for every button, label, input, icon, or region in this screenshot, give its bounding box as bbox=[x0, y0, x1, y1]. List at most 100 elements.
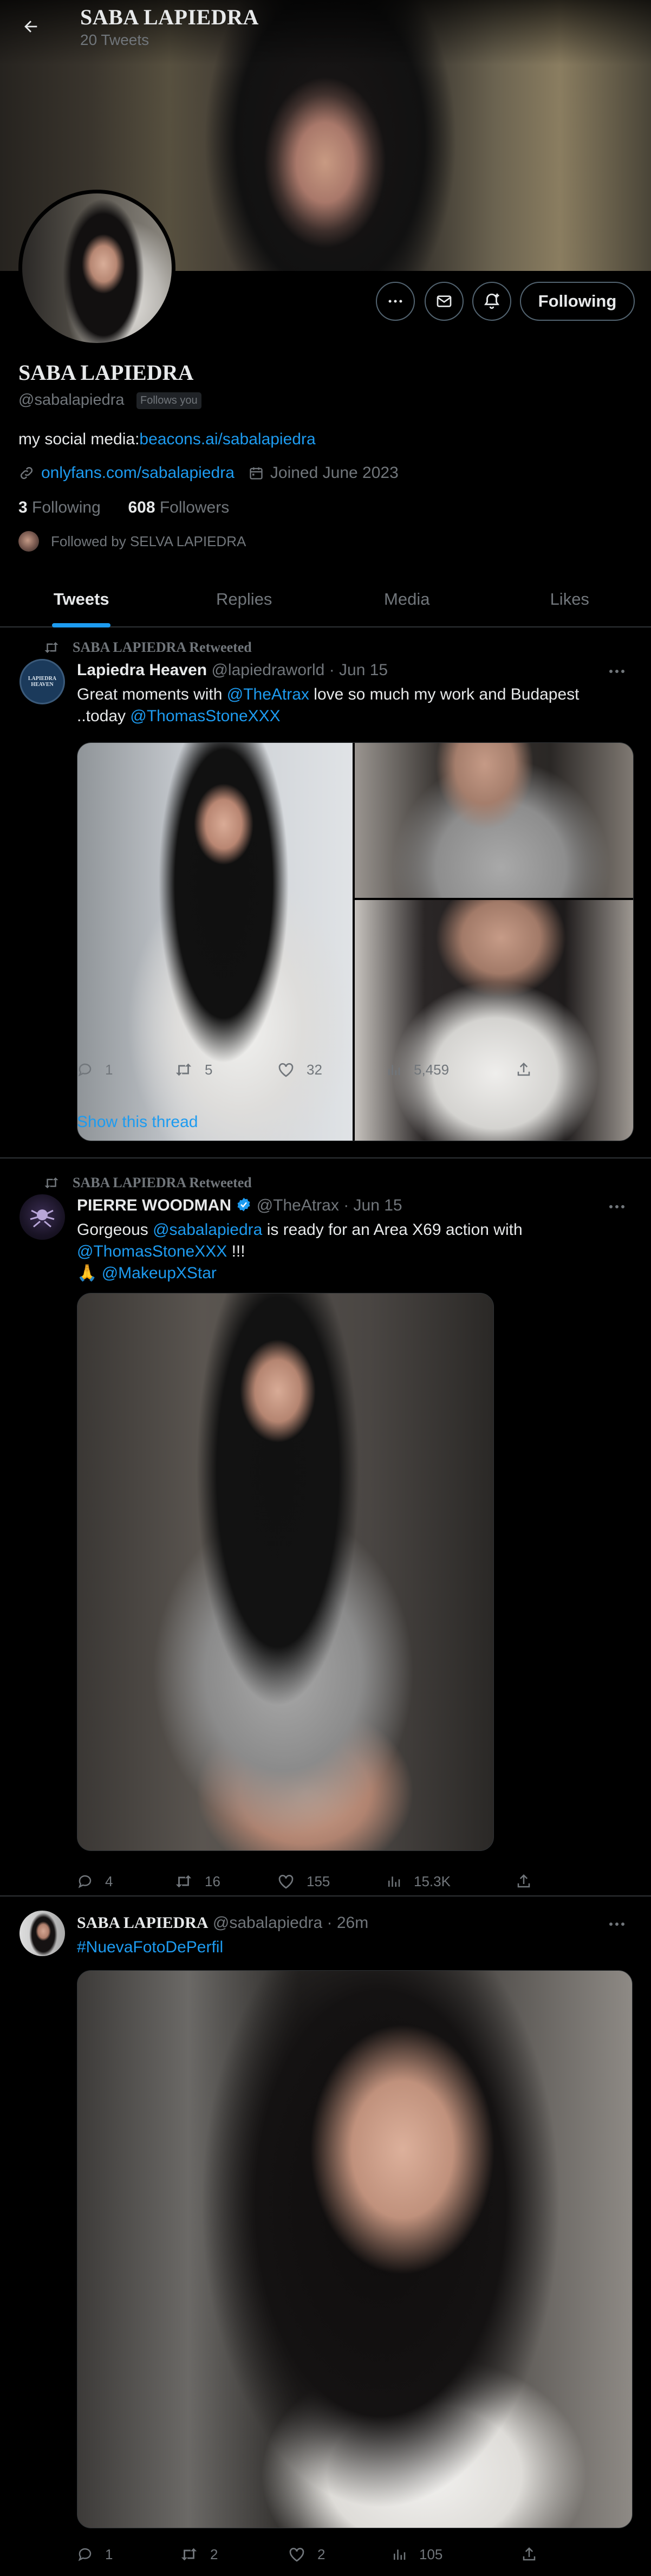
follows-you-badge: Follows you bbox=[136, 392, 201, 409]
retweet-icon bbox=[174, 1062, 205, 1078]
tweet[interactable]: SABA LAPIEDRA Retweeted LAPIEDRA HEAVEN … bbox=[0, 627, 651, 1158]
more-icon bbox=[609, 669, 625, 674]
arrow-left-icon bbox=[22, 17, 40, 36]
mention-link[interactable]: @TheAtrax bbox=[227, 685, 309, 703]
tweet-photo[interactable] bbox=[355, 900, 633, 1141]
reply-icon bbox=[77, 2546, 105, 2562]
mention-link[interactable]: @MakeupXStar bbox=[102, 1264, 217, 1282]
reply-button[interactable]: 1 bbox=[77, 1062, 174, 1078]
top-bar: SABA LAPIEDRA 20 Tweets bbox=[0, 0, 651, 54]
tweet-author-handle[interactable]: @sabalapiedra bbox=[213, 1914, 322, 1932]
avatar-logo: LAPIEDRA HEAVEN bbox=[28, 676, 57, 688]
notifications-button[interactable] bbox=[472, 282, 511, 321]
view-count: 5,459 bbox=[414, 1061, 450, 1078]
more-icon bbox=[609, 1921, 625, 1927]
views-button[interactable]: 105 bbox=[391, 2546, 521, 2563]
followers-count-link[interactable]: 608 Followers bbox=[128, 499, 229, 516]
like-button[interactable]: 155 bbox=[277, 1873, 386, 1890]
tweet-header: SABA LAPIEDRA @sabalapiedra · 26m bbox=[77, 1914, 368, 1932]
retweet-label: SABA LAPIEDRA Retweeted bbox=[73, 1175, 252, 1190]
more-options-button[interactable] bbox=[376, 282, 415, 321]
tweet-time[interactable]: 26m bbox=[337, 1914, 368, 1932]
header-title: SABA LAPIEDRA bbox=[80, 5, 259, 29]
tweet-author-name[interactable]: SABA LAPIEDRA bbox=[77, 1914, 209, 1932]
retweet-count: 2 bbox=[210, 2546, 218, 2562]
share-button[interactable] bbox=[516, 1873, 544, 1889]
follower-avatar bbox=[18, 531, 39, 552]
retweet-count: 16 bbox=[205, 1873, 220, 1889]
retweet-button[interactable]: 2 bbox=[180, 2546, 288, 2563]
mention-link[interactable]: @ThomasStoneXXX bbox=[130, 707, 280, 725]
like-button[interactable]: 32 bbox=[277, 1062, 386, 1078]
back-button[interactable] bbox=[16, 12, 45, 41]
show-thread-link[interactable]: Show this thread bbox=[77, 1113, 198, 1131]
separator: · bbox=[327, 1914, 333, 1932]
text-part: love so much my work and Budapest bbox=[309, 685, 580, 703]
following-label: Following bbox=[32, 499, 101, 516]
tab-replies[interactable]: Replies bbox=[163, 572, 326, 626]
tweet-author-name[interactable]: PIERRE WOODMAN bbox=[77, 1196, 231, 1214]
tweet-photo[interactable] bbox=[77, 743, 353, 1141]
following-count: 3 bbox=[18, 499, 28, 516]
tweet-author-name[interactable]: Lapiedra Heaven bbox=[77, 661, 207, 679]
tweet[interactable]: SABA LAPIEDRA @sabalapiedra · 26m #Nueva… bbox=[0, 1897, 651, 2576]
tweet-more-button[interactable] bbox=[604, 1199, 629, 1215]
bio: my social media:beacons.ai/sabalapiedra bbox=[18, 430, 316, 449]
retweet-button[interactable]: 16 bbox=[174, 1873, 277, 1890]
tweet-more-button[interactable] bbox=[604, 1916, 629, 1932]
heart-icon bbox=[288, 2546, 317, 2562]
views-button[interactable]: 15.3K bbox=[386, 1873, 516, 1890]
tweet-photo[interactable] bbox=[77, 1970, 633, 2528]
joined-date: Joined June 2023 bbox=[270, 464, 399, 482]
website-link[interactable]: onlyfans.com/sabalapiedra bbox=[41, 464, 235, 482]
tab-tweets[interactable]: Tweets bbox=[0, 572, 163, 626]
tab-media[interactable]: Media bbox=[326, 572, 489, 626]
tweet-author-handle[interactable]: @lapiedraworld bbox=[211, 661, 324, 679]
followed-by[interactable]: Followed by SELVA LAPIEDRA bbox=[18, 531, 246, 552]
share-button[interactable] bbox=[516, 1062, 544, 1078]
like-button[interactable]: 2 bbox=[288, 2546, 391, 2563]
text-part: ..today bbox=[77, 707, 131, 725]
reply-button[interactable]: 1 bbox=[77, 2546, 180, 2563]
tweet-time[interactable]: Jun 15 bbox=[354, 1196, 402, 1214]
separator: · bbox=[329, 661, 335, 679]
tab-likes[interactable]: Likes bbox=[489, 572, 651, 626]
tweet-more-button[interactable] bbox=[604, 663, 629, 679]
tweet-header: PIERRE WOODMAN @TheAtrax · Jun 15 bbox=[77, 1196, 402, 1215]
text-part: !!! bbox=[227, 1242, 245, 1260]
share-button[interactable] bbox=[521, 2546, 549, 2562]
tweet-avatar[interactable]: LAPIEDRA HEAVEN bbox=[19, 659, 65, 704]
handle: @sabalapiedra bbox=[18, 391, 125, 409]
tweet-photo[interactable] bbox=[355, 743, 633, 898]
follow-counts: 3 Following 608 Followers bbox=[18, 499, 229, 517]
profile-avatar[interactable] bbox=[18, 190, 175, 347]
link-icon bbox=[18, 465, 35, 481]
bio-link[interactable]: beacons.ai/sabalapiedra bbox=[139, 430, 315, 448]
tweet-photo[interactable] bbox=[77, 1293, 494, 1851]
tweet-avatar[interactable] bbox=[19, 1911, 65, 1956]
retweet-indicator: SABA LAPIEDRA Retweeted bbox=[43, 1175, 252, 1191]
retweet-button[interactable]: 5 bbox=[174, 1062, 277, 1078]
tweet-author-handle[interactable]: @TheAtrax bbox=[257, 1196, 339, 1214]
header-tweet-count: 20 Tweets bbox=[80, 31, 149, 48]
reply-button[interactable]: 4 bbox=[77, 1873, 174, 1890]
tweet[interactable]: SABA LAPIEDRA Retweeted PIERRE WOODMAN @… bbox=[0, 1158, 651, 1897]
following-button[interactable]: Following bbox=[520, 282, 635, 321]
mention-link[interactable]: @sabalapiedra bbox=[153, 1221, 262, 1239]
views-button[interactable]: 5,459 bbox=[386, 1062, 516, 1078]
tweet-actions: 4 16 155 15.3K bbox=[77, 1870, 554, 1892]
share-icon bbox=[516, 1873, 544, 1889]
hashtag-link[interactable]: #NuevaFotoDePerfil bbox=[77, 1938, 223, 1956]
tweet-avatar[interactable] bbox=[19, 1194, 65, 1240]
tweet-time[interactable]: Jun 15 bbox=[339, 661, 388, 679]
reply-icon bbox=[77, 1873, 105, 1889]
tweet-text: Gorgeous @sabalapiedra is ready for an A… bbox=[77, 1219, 619, 1284]
heart-icon bbox=[277, 1062, 307, 1078]
following-count-link[interactable]: 3 Following bbox=[18, 499, 101, 516]
more-icon bbox=[609, 1204, 625, 1209]
reply-count: 1 bbox=[105, 2546, 113, 2562]
retweet-label: SABA LAPIEDRA Retweeted bbox=[73, 639, 252, 655]
message-button[interactable] bbox=[425, 282, 464, 321]
like-count: 155 bbox=[307, 1873, 330, 1889]
mention-link[interactable]: @ThomasStoneXXX bbox=[77, 1242, 227, 1260]
